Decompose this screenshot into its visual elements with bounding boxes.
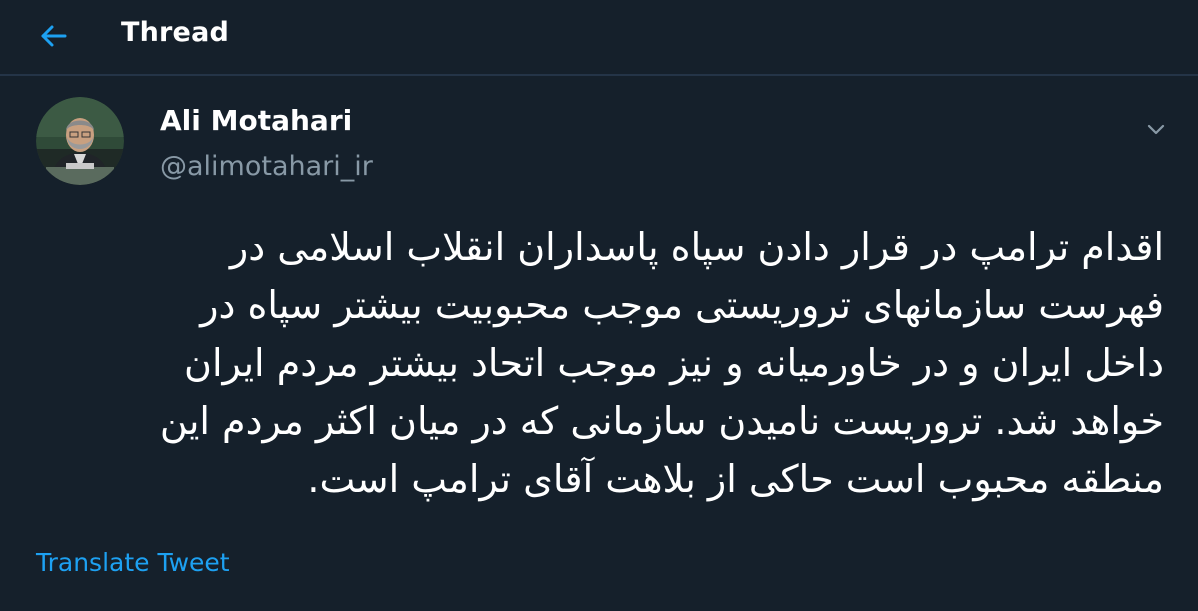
profile-photo <box>36 97 124 185</box>
avatar[interactable] <box>36 97 124 185</box>
back-button[interactable] <box>36 18 72 54</box>
page-title: Thread <box>121 17 230 48</box>
tweet-text: اقدام ترامپ در قرار دادن سپاه پاسداران ا… <box>159 225 1164 501</box>
arrow-left-icon <box>41 25 67 47</box>
translate-tweet-link[interactable]: Translate Tweet <box>36 548 230 577</box>
author-handle[interactable]: @alimotahari_ir <box>160 151 373 182</box>
author-name[interactable]: Ali Motahari <box>160 104 352 137</box>
tweet-menu-button[interactable] <box>1140 114 1172 146</box>
chevron-down-icon <box>1147 124 1165 135</box>
top-bar: Thread <box>0 0 1198 76</box>
